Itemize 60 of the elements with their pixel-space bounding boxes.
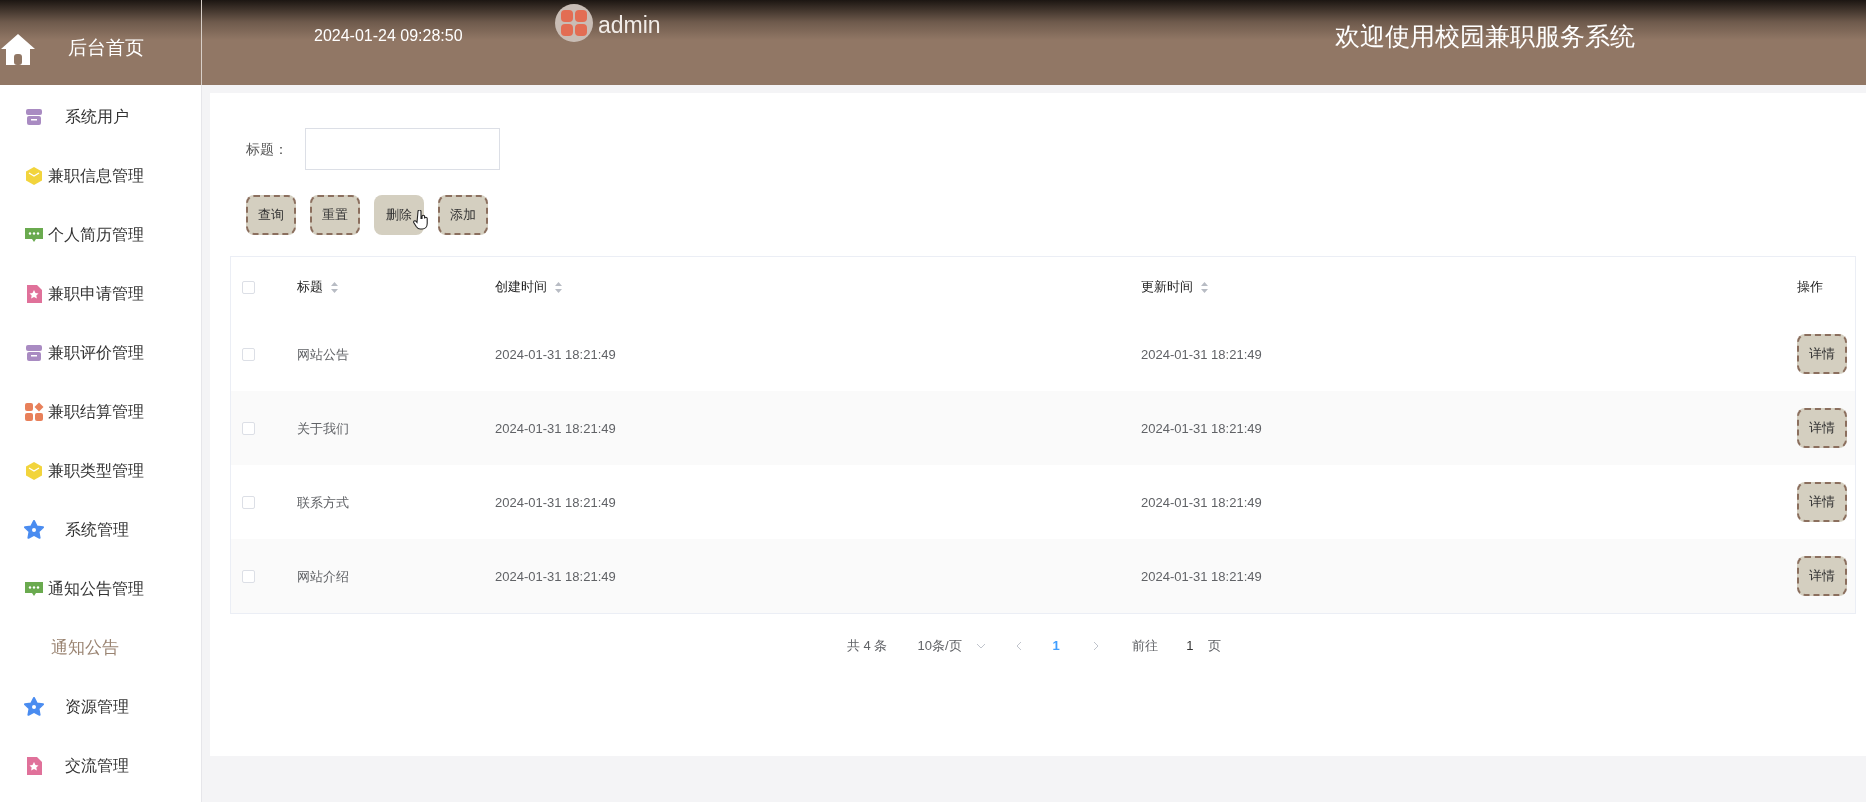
hand-cursor-icon: [413, 210, 429, 230]
home-icon[interactable]: [0, 31, 36, 66]
sort-icon[interactable]: [1200, 280, 1209, 294]
current-datetime: 2024-01-24 09:28:50: [314, 26, 463, 46]
detail-button[interactable]: 详情: [1797, 482, 1847, 522]
username[interactable]: admin: [598, 8, 661, 43]
table-cell: 2024-01-31 18:21:49: [1141, 347, 1262, 362]
title-input[interactable]: [305, 128, 500, 170]
previous-page-icon[interactable]: [1015, 641, 1022, 651]
sidebar-subitem[interactable]: 通知公告: [51, 634, 119, 661]
sort-icon[interactable]: [554, 280, 563, 294]
table-cell: 联系方式: [297, 495, 349, 510]
row-checkbox[interactable]: [242, 569, 255, 583]
sidebar-item[interactable]: 系统用户: [48, 104, 129, 129]
row-checkbox[interactable]: [242, 347, 255, 361]
toolbar-button[interactable]: 重置: [310, 195, 360, 235]
table-cell: 2024-01-31 18:21:49: [1141, 569, 1262, 584]
detail-button[interactable]: 详情: [1797, 408, 1847, 448]
sidebar-item[interactable]: 资源管理: [48, 694, 129, 719]
sidebar-item[interactable]: 通知公告管理: [48, 576, 144, 601]
toolbar-button[interactable]: 添加: [438, 195, 488, 235]
sidebar-item[interactable]: 个人简历管理: [48, 222, 144, 247]
goto-page-input[interactable]: 1: [1175, 636, 1204, 656]
table-cell: 2024-01-31 18:21:49: [495, 495, 616, 510]
detail-button[interactable]: 详情: [1797, 556, 1847, 596]
table-cell: 2024-01-31 18:21:49: [495, 421, 616, 436]
sidebar-item[interactable]: 兼职评价管理: [48, 340, 144, 365]
column-header: 更新时间: [1141, 278, 1193, 297]
table-cell: 2024-01-31 18:21:49: [495, 569, 616, 584]
system-title: 欢迎使用校园兼职服务系统: [1335, 21, 1635, 52]
column-header: 标题: [297, 278, 323, 297]
sort-icon[interactable]: [330, 280, 339, 294]
sidebar-item[interactable]: 系统管理: [48, 517, 129, 542]
sidebar-item[interactable]: 兼职信息管理: [48, 163, 144, 188]
toolbar-button[interactable]: 查询: [246, 195, 296, 235]
column-header: 操作: [1797, 278, 1823, 297]
table-cell: 2024-01-31 18:21:49: [495, 347, 616, 362]
table-cell: 网站介绍: [297, 569, 349, 584]
goto-label: 前往: [1131, 637, 1158, 656]
page-size-select[interactable]: 10条/页: [917, 636, 986, 656]
sidebar-item[interactable]: 兼职申请管理: [48, 281, 144, 306]
sidebar-item[interactable]: 兼职结算管理: [48, 399, 144, 424]
sidebar-item[interactable]: 兼职类型管理: [48, 458, 144, 483]
row-checkbox[interactable]: [242, 495, 255, 509]
field-label: 标题：: [246, 139, 288, 159]
sidebar-item[interactable]: 交流管理: [48, 753, 129, 778]
detail-button[interactable]: 详情: [1797, 334, 1847, 374]
page-suffix: 页: [1207, 637, 1221, 656]
user-avatar[interactable]: [555, 4, 593, 42]
table-cell: 2024-01-31 18:21:49: [1141, 495, 1262, 510]
chevron-down-icon: [975, 643, 986, 649]
table-cell: 关于我们: [297, 421, 349, 436]
table-cell: 2024-01-31 18:21:49: [1141, 421, 1262, 436]
column-header: 创建时间: [495, 278, 547, 297]
row-checkbox[interactable]: [242, 421, 255, 435]
home-link[interactable]: 后台首页: [68, 34, 144, 63]
next-page-icon[interactable]: [1092, 641, 1099, 651]
select-all-checkbox[interactable]: [242, 280, 255, 294]
table-cell: 网站公告: [297, 347, 349, 362]
total-count: 共 4 条: [847, 637, 888, 656]
